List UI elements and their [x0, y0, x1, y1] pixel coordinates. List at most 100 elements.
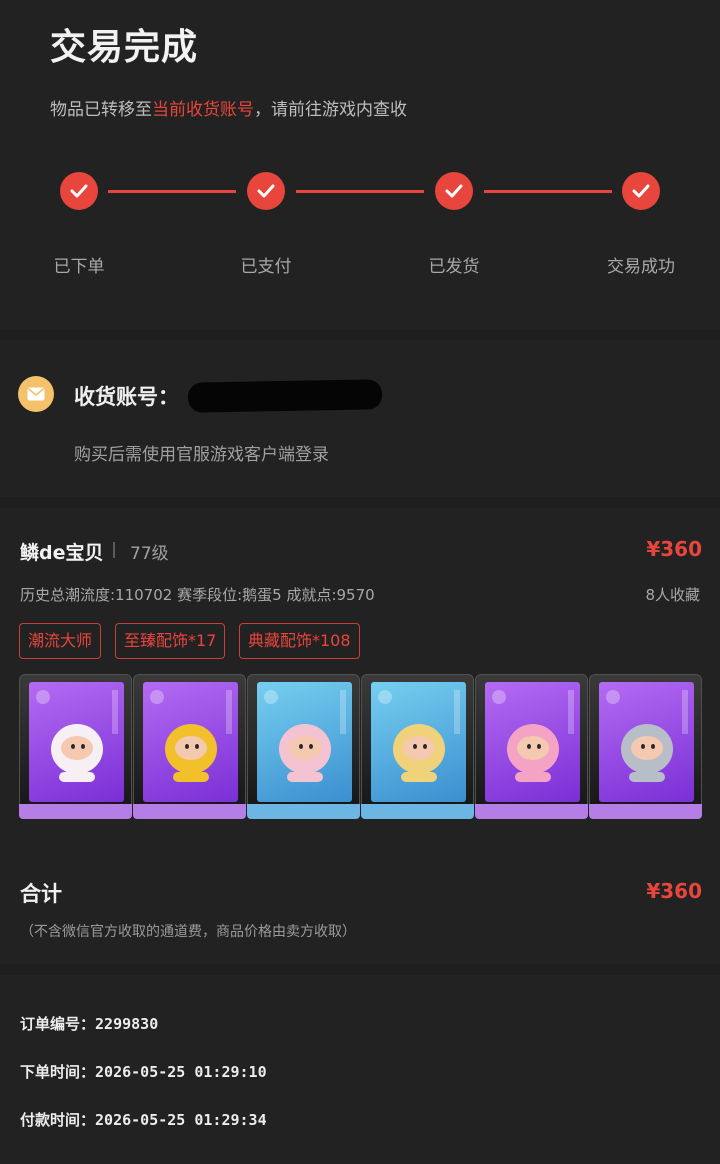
seller-level: 77级: [130, 544, 169, 564]
character-eye: [413, 744, 417, 749]
card-logo-icon: [150, 690, 164, 704]
step-label-ordered: 已下单: [53, 257, 105, 277]
step-connector-3: [484, 190, 612, 193]
account-label: 收货账号：: [74, 385, 179, 409]
card-logo-icon: [264, 690, 278, 704]
total-price: ¥360: [646, 879, 702, 903]
character-eye: [185, 744, 189, 749]
item-card-frame: [247, 674, 360, 810]
order-placed-value: 2026-05-25 01:29:10: [95, 1063, 267, 1081]
order-paid-label: 付款时间：: [20, 1111, 96, 1129]
item-section[interactable]: 鳞de宝贝 77级 ¥360 历史总潮流度:110702 赛季段位:鹅蛋5 成就…: [0, 508, 720, 964]
character-feet: [173, 772, 209, 782]
character-feet: [59, 772, 95, 782]
step-connector-1: [108, 190, 236, 193]
progress-steps: [0, 172, 720, 212]
order-placed-label: 下单时间：: [20, 1063, 96, 1081]
card-label-strip: [112, 690, 118, 734]
card-logo-icon: [606, 690, 620, 704]
step-label-success: 交易成功: [607, 257, 675, 277]
step-check-icon-2: [247, 172, 285, 210]
account-note: 购买后需使用官服游戏客户端登录: [74, 445, 329, 465]
step-check-icon-3: [435, 172, 473, 210]
character-face: [517, 736, 549, 760]
character-eye: [71, 744, 75, 749]
card-logo-icon: [378, 690, 392, 704]
item-card-base: [589, 804, 702, 819]
item-card[interactable]: [589, 674, 702, 821]
item-card-frame: [361, 674, 474, 810]
item-card-frame: [589, 674, 702, 810]
item-card-base: [133, 804, 246, 819]
account-section: 收货账号： 购买后需使用官服游戏客户端登录: [0, 340, 720, 497]
item-card-base: [361, 804, 474, 819]
account-redacted: [187, 379, 383, 413]
character-face: [403, 736, 435, 760]
item-card-frame: [133, 674, 246, 810]
card-logo-icon: [492, 690, 506, 704]
character-feet: [629, 772, 665, 782]
account-stats: 历史总潮流度:110702 赛季段位:鹅蛋5 成就点:9570: [20, 586, 375, 604]
card-label-strip: [682, 690, 688, 734]
step-check-icon-1: [60, 172, 98, 210]
character-feet: [287, 772, 323, 782]
status-message-suffix: ，请前往游戏内查收: [254, 100, 407, 120]
card-logo-icon: [36, 690, 50, 704]
seller-name: 鳞de宝贝: [20, 542, 104, 564]
item-card-backdrop: [599, 682, 694, 802]
total-note: （不含微信官方收取的通道费，商品价格由卖方收取）: [20, 924, 356, 940]
item-card-backdrop: [485, 682, 580, 802]
character-eye: [309, 744, 313, 749]
character-eye: [537, 744, 541, 749]
status-message-prefix: 物品已转移至: [50, 100, 152, 120]
item-card[interactable]: [19, 674, 132, 821]
character-face: [289, 736, 321, 760]
step-connector-2: [296, 190, 424, 193]
character-eye: [299, 744, 303, 749]
tag-collection-accessories: 典藏配饰*108: [239, 623, 360, 659]
character-feet: [515, 772, 551, 782]
item-card[interactable]: [361, 674, 474, 821]
card-label-strip: [226, 690, 232, 734]
order-placed-row: 下单时间：2026-05-25 01:29:10: [20, 1061, 267, 1082]
status-message: 物品已转移至当前收货账号，请前往游戏内查收: [50, 95, 407, 120]
item-card-frame: [475, 674, 588, 810]
tag-premium-accessories: 至臻配饰*17: [115, 623, 226, 659]
page-title: 交易完成: [50, 27, 199, 68]
step-label-paid: 已支付: [240, 257, 292, 277]
card-label-strip: [454, 690, 460, 734]
card-label-strip: [568, 690, 574, 734]
total-label: 合计: [20, 882, 62, 906]
character-eye: [527, 744, 531, 749]
character-face: [175, 736, 207, 760]
item-card-backdrop: [371, 682, 466, 802]
character-face: [631, 736, 663, 760]
mail-icon: [18, 376, 54, 412]
character-eye: [651, 744, 655, 749]
character-eye: [423, 744, 427, 749]
order-id-label: 订单编号：: [20, 1015, 96, 1033]
item-card-base: [247, 804, 360, 819]
item-card-base: [475, 804, 588, 819]
current-account-link[interactable]: 当前收货账号: [152, 100, 254, 120]
step-label-shipped: 已发货: [428, 257, 480, 277]
order-section: 订单编号：2299830 下单时间：2026-05-25 01:29:10 付款…: [0, 975, 720, 1164]
order-id-row: 订单编号：2299830: [20, 1013, 158, 1034]
item-price: ¥360: [646, 537, 702, 561]
character-face: [61, 736, 93, 760]
item-card-base: [19, 804, 132, 819]
step-check-icon-4: [622, 172, 660, 210]
character-eye: [195, 744, 199, 749]
item-card[interactable]: [475, 674, 588, 821]
item-card-backdrop: [143, 682, 238, 802]
item-card-backdrop: [29, 682, 124, 802]
item-card[interactable]: [247, 674, 360, 821]
status-section: 交易完成 物品已转移至当前收货账号，请前往游戏内查收 已下单 已支付 已发货 交…: [0, 0, 720, 330]
order-id-value[interactable]: 2299830: [95, 1015, 158, 1033]
order-paid-row: 付款时间：2026-05-25 01:29:34: [20, 1109, 267, 1130]
item-card[interactable]: [133, 674, 246, 821]
character-eye: [81, 744, 85, 749]
favorite-count: 8人收藏: [645, 586, 700, 604]
card-label-strip: [340, 690, 346, 734]
item-card-backdrop: [257, 682, 352, 802]
